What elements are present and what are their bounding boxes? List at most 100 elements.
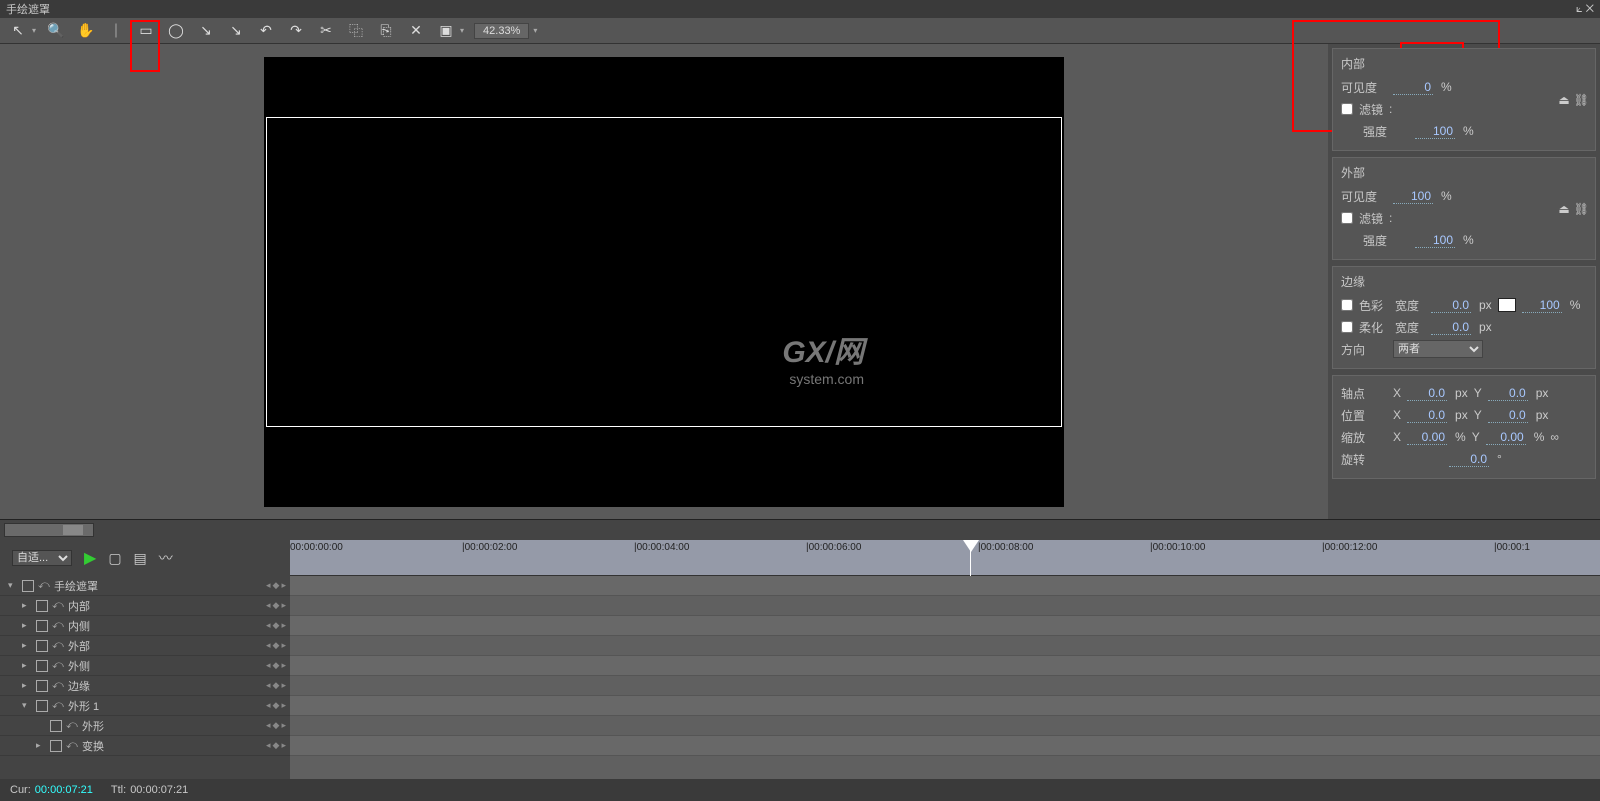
add-key-icon[interactable]: ◆ [273,640,280,651]
expand-icon[interactable]: ▸ [22,680,32,691]
anchor-y[interactable]: 0.0 [1488,386,1528,401]
next-key-icon[interactable]: ▸ [281,640,286,651]
reset-icon[interactable]: ⤺ [66,739,78,752]
hand-tool[interactable]: ✋ [76,21,96,41]
scale-y[interactable]: 0.00 [1486,430,1526,445]
add-key-icon[interactable]: ◆ [273,580,280,591]
line-tool[interactable]: ｜ [106,21,126,41]
add-key-icon[interactable]: ◆ [273,680,280,691]
inner-vis-value[interactable]: 0 [1393,80,1433,95]
rotation-value[interactable]: 0.0 [1449,452,1489,467]
anchor-x[interactable]: 0.0 [1407,386,1447,401]
reset-icon[interactable]: ⤺ [52,659,64,672]
prev-key-icon[interactable]: ◂ [266,660,271,671]
next-key-icon[interactable]: ▸ [281,720,286,731]
next-key-icon[interactable]: ▸ [281,660,286,671]
enable-checkbox[interactable] [22,580,34,592]
prev-key-icon[interactable]: ◂ [266,600,271,611]
track-lane[interactable] [290,576,1600,596]
track-lane[interactable] [290,656,1600,676]
preset-icon[interactable]: ⏏ [1558,93,1569,107]
track-lane[interactable] [290,736,1600,756]
play-button[interactable]: ▶ [84,548,96,568]
add-key-icon[interactable]: ◆ [273,720,280,731]
position-x[interactable]: 0.0 [1407,408,1447,423]
track-lane[interactable] [290,676,1600,696]
link-scale-icon[interactable]: ∞ [1550,430,1559,444]
edge-color-pct[interactable]: 100 [1522,298,1562,313]
zoom-tool[interactable]: 🔍 [46,21,66,41]
loop-icon[interactable]: ▢ [108,550,121,567]
position-y[interactable]: 0.0 [1488,408,1528,423]
track-row[interactable]: ▾⤺手绘遮罩◂◆▸ [0,576,290,596]
setting-icon[interactable]: ▤ [134,550,147,567]
edge-color-check[interactable] [1341,299,1353,311]
window-controls[interactable]: ⟀ ✕ [1576,3,1594,16]
expand-icon[interactable]: ▾ [8,580,18,591]
outer-vis-value[interactable]: 100 [1393,189,1433,204]
delete-icon[interactable]: ✕ [406,21,426,41]
enable-checkbox[interactable] [36,700,48,712]
screen-icon[interactable]: ▣ [436,21,456,41]
track-lane[interactable] [290,616,1600,636]
edge-soften-check[interactable] [1341,321,1353,333]
prev-key-icon[interactable]: ◂ [266,680,271,691]
next-key-icon[interactable]: ▸ [281,740,286,751]
zoom-input[interactable]: 42.33% [474,23,529,39]
timeline-mode-select[interactable]: 自适... [12,550,72,566]
enable-checkbox[interactable] [36,640,48,652]
scale-x[interactable]: 0.00 [1407,430,1447,445]
add-key-icon[interactable]: ◆ [273,660,280,671]
prev-key-icon[interactable]: ◂ [266,700,271,711]
copy-icon[interactable]: ⿻ [346,21,366,41]
outer-filter-check[interactable] [1341,212,1353,224]
track-row[interactable]: ▸⤺外部◂◆▸ [0,636,290,656]
redo-icon[interactable]: ↷ [286,21,306,41]
track-row[interactable]: ▸⤺边缘◂◆▸ [0,676,290,696]
reset-icon[interactable]: ⤺ [52,599,64,612]
ellipse-tool[interactable]: ◯ [166,21,186,41]
video-canvas[interactable]: GX/网 system.com [264,57,1064,507]
track-content[interactable] [290,576,1600,779]
color-swatch[interactable] [1498,298,1516,312]
next-key-icon[interactable]: ▸ [281,700,286,711]
reset-icon[interactable]: ⤺ [52,619,64,632]
track-row[interactable]: ▸⤺外侧◂◆▸ [0,656,290,676]
mask-rectangle[interactable] [266,117,1062,427]
enable-checkbox[interactable] [50,720,62,732]
expand-icon[interactable]: ▸ [22,600,32,611]
reset-icon[interactable]: ⤺ [52,679,64,692]
add-key-icon[interactable]: ◆ [273,740,280,751]
edge-width-value[interactable]: 0.0 [1431,298,1471,313]
track-row[interactable]: ⤺外形◂◆▸ [0,716,290,736]
expand-icon[interactable]: ▸ [36,740,46,751]
add-key-icon[interactable]: ◆ [273,600,280,611]
expand-icon[interactable]: ▸ [22,620,32,631]
track-lane[interactable] [290,716,1600,736]
undo-icon[interactable]: ↶ [256,21,276,41]
timeline-zoom-scroll[interactable] [4,523,94,537]
track-row[interactable]: ▾⤺外形 1◂◆▸ [0,696,290,716]
rect-tool[interactable]: ▭ [136,21,156,41]
link-icon[interactable]: ⛓ [1574,202,1589,216]
reset-icon[interactable]: ⤺ [52,639,64,652]
reset-icon[interactable]: ⤺ [66,719,78,732]
preset-icon[interactable]: ⏏ [1558,202,1569,216]
graph-icon[interactable]: 〰 [159,548,173,568]
outer-strength-value[interactable]: 100 [1415,233,1455,248]
enable-checkbox[interactable] [36,680,48,692]
enable-checkbox[interactable] [36,600,48,612]
paste-icon[interactable]: ⎘ [376,21,396,41]
expand-icon[interactable]: ▸ [22,660,32,671]
prev-key-icon[interactable]: ◂ [266,620,271,631]
cut-icon[interactable]: ✂ [316,21,336,41]
next-key-icon[interactable]: ▸ [281,680,286,691]
pen-tool[interactable]: ↘ [196,21,216,41]
reset-icon[interactable]: ⤺ [52,699,64,712]
edge-soften-value[interactable]: 0.0 [1431,320,1471,335]
track-lane[interactable] [290,596,1600,616]
pointer-tool[interactable]: ↖ [8,21,28,41]
pen2-tool[interactable]: ↘ [226,21,246,41]
enable-checkbox[interactable] [36,620,48,632]
prev-key-icon[interactable]: ◂ [266,640,271,651]
